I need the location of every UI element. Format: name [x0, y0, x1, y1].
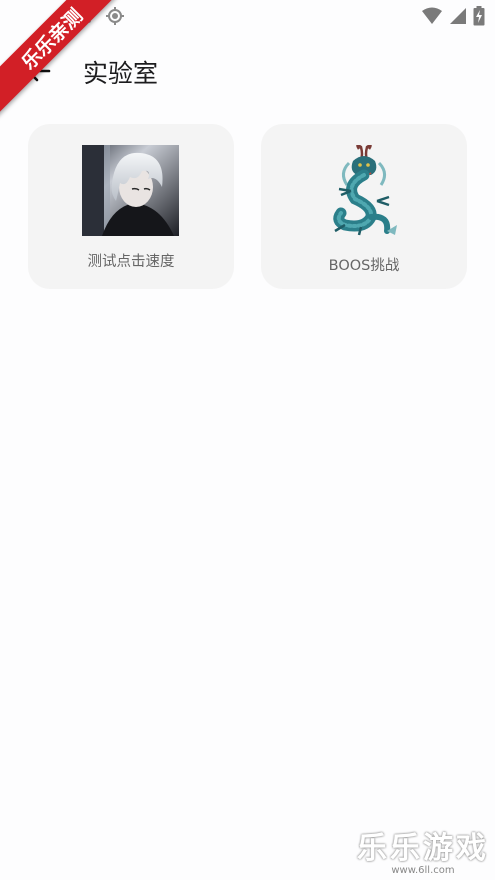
wifi-icon — [421, 7, 443, 29]
app-screen: 乐乐亲测 实验室 测试点击速度 BOOS挑战 乐乐游戏 www.6ll.com — [0, 0, 495, 880]
card-label: BOOS挑战 — [328, 258, 400, 274]
dragon-image — [315, 145, 412, 236]
site-watermark: 乐乐游戏 www.6ll.com — [357, 823, 489, 876]
battery-charging-icon — [473, 6, 485, 30]
anime-character-image — [82, 145, 179, 236]
click-speed-test-card[interactable]: 测试点击速度 — [28, 124, 234, 289]
card-label: 测试点击速度 — [87, 254, 175, 270]
status-right-icons — [421, 6, 485, 30]
page-title: 实验室 — [83, 59, 159, 88]
boss-challenge-card[interactable]: BOOS挑战 — [261, 124, 467, 289]
watermark-text: 乐乐游戏 — [357, 831, 489, 866]
signal-icon — [449, 7, 467, 29]
crosshair-icon — [105, 6, 125, 30]
app-bar: 实验室 — [0, 44, 495, 100]
